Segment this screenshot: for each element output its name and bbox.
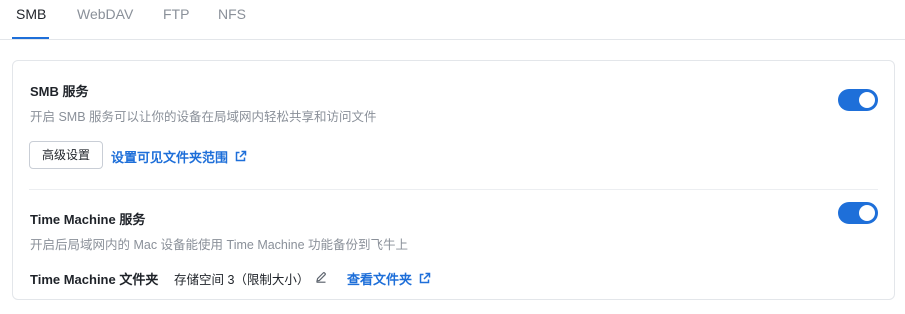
view-folder-label: 查看文件夹 (347, 272, 413, 287)
tab-nfs[interactable]: NFS (218, 6, 246, 22)
toggle-knob (859, 92, 875, 108)
set-visible-folders-link[interactable]: 设置可见文件夹范围 (111, 147, 247, 166)
toggle-knob (859, 205, 875, 221)
time-machine-service-toggle[interactable] (838, 202, 878, 224)
time-machine-folder-label: Time Machine 文件夹 (30, 272, 159, 287)
protocol-tabs: SMB WebDAV FTP NFS (0, 0, 905, 40)
time-machine-folder-value: 存储空间 3（限制大小） (174, 269, 327, 288)
tab-webdav[interactable]: WebDAV (77, 6, 133, 22)
time-machine-service-title: Time Machine 服务 (30, 212, 146, 227)
active-tab-indicator (12, 37, 49, 39)
section-divider (29, 189, 878, 190)
smb-service-title: SMB 服务 (30, 84, 89, 99)
set-visible-folders-label: 设置可见文件夹范围 (111, 150, 229, 165)
tab-ftp[interactable]: FTP (163, 6, 189, 22)
tab-smb[interactable]: SMB (16, 6, 46, 22)
smb-service-description: 开启 SMB 服务可以让你的设备在局域网内轻松共享和访问文件 (30, 110, 377, 124)
smb-service-toggle[interactable] (838, 89, 878, 111)
advanced-settings-button[interactable]: 高级设置 (29, 141, 104, 169)
pencil-icon[interactable] (315, 271, 327, 286)
time-machine-folder-name: 存储空间 3（限制大小） (174, 273, 310, 287)
external-link-icon (234, 150, 247, 163)
external-link-icon (418, 272, 431, 285)
view-folder-link[interactable]: 查看文件夹 (347, 269, 431, 288)
time-machine-service-description: 开启后局域网内的 Mac 设备能使用 Time Machine 功能备份到飞牛上 (30, 238, 409, 252)
settings-card: SMB 服务 开启 SMB 服务可以让你的设备在局域网内轻松共享和访问文件 高级… (12, 60, 895, 300)
